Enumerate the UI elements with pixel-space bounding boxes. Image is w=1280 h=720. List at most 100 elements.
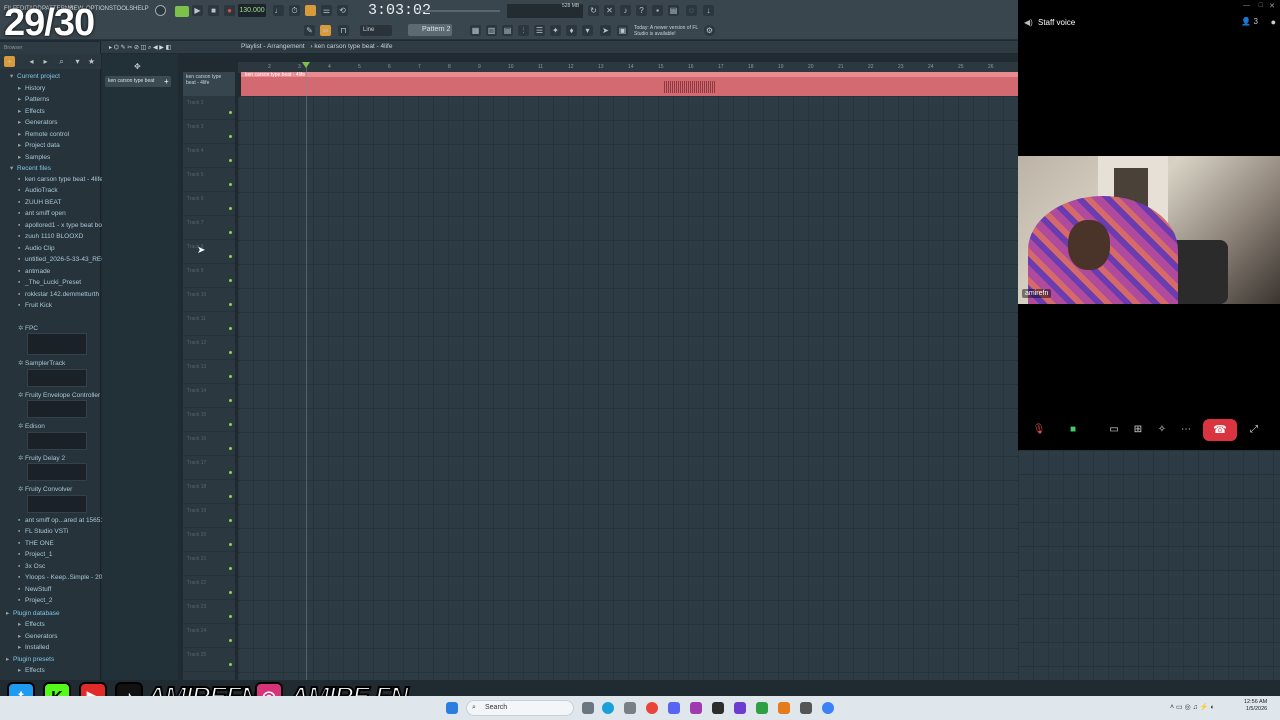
browser-database-item[interactable]: ▸ Installed bbox=[18, 643, 114, 651]
twitch-icon[interactable] bbox=[734, 702, 746, 714]
browser-project-item[interactable]: ▸ Remote control bbox=[18, 130, 114, 138]
track-mute-led-icon[interactable] bbox=[229, 471, 232, 474]
track-mute-led-icon[interactable] bbox=[229, 375, 232, 378]
metronome-icon[interactable]: ♩ bbox=[273, 5, 284, 16]
browser-recent-item[interactable]: ▪ Audio Clip bbox=[18, 245, 114, 252]
pattern-chip[interactable]: ken carson type beat bbox=[105, 76, 171, 87]
browser-icon[interactable]: ☰ bbox=[534, 25, 545, 36]
track-mute-led-icon[interactable] bbox=[229, 399, 232, 402]
recent-icon[interactable]: ➤ bbox=[600, 25, 611, 36]
browser-menu-icon[interactable]: + bbox=[4, 56, 15, 67]
browser-plugin-item[interactable]: ✲ Edison bbox=[18, 422, 114, 430]
video-feed[interactable]: amirefn bbox=[1018, 156, 1280, 304]
more-options-icon[interactable]: ⋯ bbox=[1177, 421, 1195, 439]
track-mute-led-icon[interactable] bbox=[229, 423, 232, 426]
track-header[interactable]: Track 12 bbox=[183, 336, 235, 360]
task-view-icon[interactable] bbox=[582, 702, 594, 714]
audio-clip[interactable]: ken carson type beat - 4life bbox=[241, 72, 1018, 96]
tray-icons[interactable]: ˄ ▭ ◎ ♫ ⚡ ◐ bbox=[1170, 703, 1215, 711]
popout-icon[interactable]: ⤢ bbox=[1245, 421, 1263, 439]
browser-recent-item[interactable]: ▪ ZUUH BEAT bbox=[18, 199, 114, 206]
browser-database-item[interactable]: ▸ Generators bbox=[18, 632, 114, 640]
playlist-icon[interactable]: ▦ bbox=[470, 25, 481, 36]
news-ticker[interactable]: Today: A newer version of FL Studio is a… bbox=[634, 25, 704, 37]
track-header[interactable]: Track 22 bbox=[183, 576, 235, 600]
screen-share-icon[interactable]: ▭ bbox=[1105, 421, 1123, 439]
playlist-grid[interactable] bbox=[238, 96, 1018, 680]
track-mute-led-icon[interactable] bbox=[229, 495, 232, 498]
blend-notes-icon[interactable]: ⚌ bbox=[321, 5, 332, 16]
track-mute-led-icon[interactable] bbox=[229, 207, 232, 210]
settings-taskbar-icon[interactable] bbox=[800, 702, 812, 714]
browser-file-item[interactable]: ▪ Project_1 bbox=[18, 551, 114, 558]
track-mute-led-icon[interactable] bbox=[229, 327, 232, 330]
settings-icon[interactable]: ⚙ bbox=[704, 25, 715, 36]
playlist-breadcrumb[interactable]: ken carson type beat - 4life bbox=[314, 43, 392, 50]
browser-preset-item[interactable]: ▸ Effects bbox=[18, 666, 114, 674]
browser-plugin-item[interactable]: ✲ FPC bbox=[18, 324, 114, 332]
browser-project-item[interactable]: ▸ Generators bbox=[18, 118, 114, 126]
chat-icon[interactable]: ◌ bbox=[686, 5, 697, 16]
browser-plugin-presets[interactable]: ▸ Plugin presets bbox=[6, 655, 102, 663]
menu-help[interactable]: HELP bbox=[133, 6, 149, 12]
playhead-line[interactable] bbox=[306, 62, 307, 680]
track-header[interactable]: Track 3 bbox=[183, 120, 235, 144]
audio-track-header[interactable]: ken carson type beat - 4life bbox=[183, 72, 235, 96]
track-header[interactable]: Track 21 bbox=[183, 552, 235, 576]
track-header[interactable]: Track 13 bbox=[183, 360, 235, 384]
obs-icon[interactable] bbox=[690, 702, 702, 714]
track-mute-led-icon[interactable] bbox=[229, 615, 232, 618]
browser-recent-item[interactable]: ▪ apollored1 - x type beat bop bbox=[18, 222, 114, 229]
master-volume-slider[interactable] bbox=[420, 10, 500, 12]
track-header[interactable]: Track 6 bbox=[183, 192, 235, 216]
window-close-icon[interactable]: ✕ bbox=[1269, 2, 1275, 10]
mixer-icon[interactable]: ⫶ bbox=[518, 25, 529, 36]
edit-icon[interactable]: ✎ bbox=[304, 25, 315, 36]
discord-icon[interactable] bbox=[668, 702, 680, 714]
browser-recent-item[interactable]: ▪ ant smiff open bbox=[18, 210, 114, 217]
track-mute-led-icon[interactable] bbox=[229, 543, 232, 546]
track-mute-led-icon[interactable] bbox=[229, 447, 232, 450]
browser-recent-files[interactable]: ▾ Recent files bbox=[10, 164, 106, 172]
wait-input-icon[interactable]: ⏱ bbox=[289, 5, 300, 16]
playhead-marker-icon[interactable] bbox=[302, 62, 310, 68]
window-maximize-icon[interactable]: □ bbox=[1259, 2, 1263, 9]
snap-select[interactable]: Line bbox=[360, 25, 392, 36]
track-header[interactable]: Track 4 bbox=[183, 144, 235, 168]
participant-count[interactable]: 👤 3 bbox=[1241, 17, 1258, 26]
track-mute-led-icon[interactable] bbox=[229, 135, 232, 138]
pattern-song-toggle[interactable] bbox=[175, 6, 189, 17]
tools-icon[interactable]: ✕ bbox=[604, 5, 615, 16]
browser-recent-item[interactable]: ▪ Fruit Kick bbox=[18, 302, 114, 309]
activities-icon[interactable]: ⊞ bbox=[1129, 421, 1147, 439]
loop-record-icon[interactable]: ⟲ bbox=[337, 5, 348, 16]
mute-mic-icon[interactable]: 🎙 bbox=[1030, 421, 1048, 439]
play-button[interactable]: ▶ bbox=[192, 5, 203, 16]
channel-rack-icon[interactable]: ▤ bbox=[502, 25, 513, 36]
track-mute-led-icon[interactable] bbox=[229, 279, 232, 282]
browser-database-item[interactable]: ▸ Effects bbox=[18, 620, 114, 628]
browser-project-item[interactable]: ▸ Effects bbox=[18, 107, 114, 115]
browser-plugin-item[interactable]: ✲ SamplerTrack bbox=[18, 359, 114, 367]
chrome-icon[interactable] bbox=[646, 702, 658, 714]
browser-search-icon[interactable]: ⌕ bbox=[56, 56, 67, 67]
browser-file-item[interactable]: ▪ NewStuff bbox=[18, 586, 114, 593]
track-header[interactable]: Track 20 bbox=[183, 528, 235, 552]
track-mute-led-icon[interactable] bbox=[229, 111, 232, 114]
browser-plugin-database[interactable]: ▸ Plugin database bbox=[6, 609, 102, 617]
track-header[interactable]: Track 15 bbox=[183, 408, 235, 432]
track-header[interactable]: Track 17 bbox=[183, 456, 235, 480]
magnet-icon[interactable]: ⊓ bbox=[338, 25, 349, 36]
browser-current-project[interactable]: ▾ Current project bbox=[10, 72, 106, 80]
camera-icon[interactable]: ■ bbox=[1064, 421, 1082, 439]
track-mute-led-icon[interactable] bbox=[229, 663, 232, 666]
browser-taskbar-icon[interactable] bbox=[822, 702, 834, 714]
track-header[interactable]: Track 16 bbox=[183, 432, 235, 456]
track-mute-led-icon[interactable] bbox=[229, 567, 232, 570]
fl-studio-icon[interactable] bbox=[778, 702, 790, 714]
track-header[interactable]: Track 24 bbox=[183, 624, 235, 648]
track-header[interactable]: Track 9 bbox=[183, 264, 235, 288]
browser-project-item[interactable]: ▸ Project data bbox=[18, 141, 114, 149]
track-header[interactable]: Track 8 bbox=[183, 240, 235, 264]
track-header[interactable]: Track 2 bbox=[183, 96, 235, 120]
